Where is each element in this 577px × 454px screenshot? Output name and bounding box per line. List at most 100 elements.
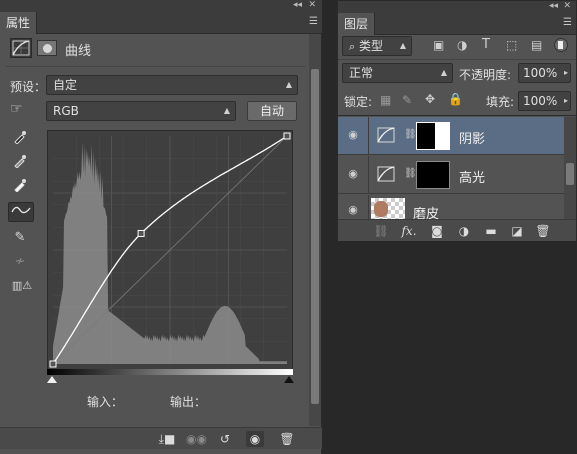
layer-mask-thumbnail[interactable] (416, 122, 450, 150)
link-chain-icon[interactable]: ⛓ (404, 168, 417, 179)
lock-position-icon[interactable]: ✥ (425, 92, 435, 106)
layers-scrollbar[interactable] (564, 117, 576, 220)
panel-menu-icon[interactable]: ☰ (309, 16, 318, 27)
layer-row[interactable]: ◉ ⛓ 阴影 (338, 117, 564, 155)
blend-mode-value: 正常 (349, 66, 374, 80)
collapse-icon[interactable]: ◂◂ (293, 0, 302, 11)
lock-transparent-icon[interactable]: ▦ (380, 93, 391, 107)
layer-name: 高光 (459, 171, 486, 186)
curves-graph[interactable] (47, 130, 293, 370)
type-filter-icon[interactable]: T (482, 37, 490, 52)
dropdown-arrows-icon: ▲ (285, 80, 292, 89)
search-icon: ⌕ (349, 40, 356, 53)
layer-row[interactable]: ◉ ⛓ 高光 (338, 156, 564, 194)
eyedropper-gray-icon[interactable] (9, 154, 31, 174)
curve-control-point (283, 132, 291, 140)
scrollbar-thumb[interactable] (566, 163, 574, 185)
curve-control-point (137, 229, 145, 237)
adjustment-layer-icon[interactable]: ◑ (455, 223, 473, 239)
preset-dropdown[interactable]: 自定 ▲ (46, 75, 298, 95)
clip-to-layer-icon[interactable]: ⤓■ (158, 431, 176, 447)
layers-top-strip: ◂◂ ✕ (338, 1, 576, 13)
curve-point-tool-icon[interactable] (8, 202, 34, 222)
fill-label: 填充: (486, 95, 515, 109)
mask-icon[interactable] (37, 40, 57, 56)
layer-thumbnail[interactable] (371, 198, 405, 219)
properties-panel: ◂◂ ✕ 属性 ☰ 曲线 预设： 自定 ▲ ☞ RGB ▲ 自动 ✎ ≁ ▥⚠ … (0, 0, 322, 454)
smooth-curve-icon[interactable]: ≁ (9, 252, 31, 272)
opacity-label: 不透明度: (459, 68, 512, 82)
tab-layers[interactable]: 图层 (338, 13, 376, 35)
fill-field[interactable]: 100% ▸ (518, 91, 571, 111)
auto-button[interactable]: 自动 (247, 101, 297, 121)
channel-dropdown[interactable]: RGB ▲ (46, 101, 236, 121)
panel-top-strip: ◂◂ ✕ (0, 0, 322, 12)
eye-icon[interactable]: ◉ (345, 128, 361, 142)
layer-filter-dropdown[interactable]: ⌕ 类型 ▲ (342, 36, 412, 56)
close-panel-icon[interactable]: ✕ (563, 1, 571, 12)
eyedropper-white-icon[interactable] (9, 178, 31, 198)
link-chain-icon[interactable]: ⛓ (404, 129, 417, 140)
shape-filter-icon[interactable]: ⬚ (506, 38, 517, 52)
pencil-icon[interactable]: ✎ (9, 228, 31, 248)
properties-tab-bar: 属性 ☰ (0, 12, 322, 34)
curve-control-point (49, 360, 57, 368)
curves-adjustment-icon[interactable] (10, 38, 32, 58)
lock-image-icon[interactable]: ✎ (402, 93, 412, 107)
eye-icon[interactable]: ◉ (345, 203, 361, 217)
link-layers-icon[interactable]: ⛓ (372, 223, 390, 239)
blend-mode-dropdown[interactable]: 正常 ▲ (342, 63, 453, 83)
filter-value: 类型 (359, 39, 384, 53)
filter-toggle-icon[interactable] (554, 38, 568, 52)
channel-value: RGB (53, 104, 79, 118)
fill-value: 100% (523, 94, 558, 108)
layer-name: 磨皮 (413, 207, 440, 220)
scrollbar-thumb[interactable] (311, 69, 319, 404)
pixel-filter-icon[interactable]: ▣ (433, 38, 444, 52)
gradient-bar (47, 369, 293, 375)
eye-icon[interactable]: ◉ (345, 167, 361, 181)
delete-icon[interactable]: 🗑 (278, 431, 296, 447)
layer-name: 阴影 (459, 132, 486, 147)
layer-mask-thumbnail[interactable] (416, 161, 450, 189)
section-title: 曲线 (65, 44, 92, 59)
properties-footer: ⤓■ ◉◉ ↺ ◉ 🗑 (0, 427, 322, 449)
adjustment-filter-icon[interactable]: ◑ (457, 38, 467, 52)
layers-panel: ◂◂ ✕ 图层 ☰ ⌕ 类型 ▲ ▣ ◑ T ⬚ ▤ 正常 ▲ 不透明度: 10… (337, 0, 577, 241)
curves-adjustment-icon (376, 165, 398, 185)
divider (6, 66, 306, 67)
input-label: 输入： (87, 395, 124, 409)
chevron-right-icon: ▸ (563, 96, 568, 105)
reset-icon[interactable]: ↺ (216, 431, 234, 447)
lock-all-icon[interactable]: 🔒 (448, 92, 463, 106)
curve-svg[interactable] (48, 131, 292, 369)
opacity-value: 100% (523, 66, 558, 80)
clipping-warning-icon[interactable]: ▥⚠ (9, 276, 35, 296)
new-layer-icon[interactable]: ◪ (508, 223, 526, 239)
hand-adjust-icon[interactable]: ☞ (10, 101, 36, 121)
divider (368, 156, 369, 194)
close-panel-icon[interactable]: ✕ (308, 0, 316, 11)
delete-icon[interactable]: 🗑 (534, 223, 552, 239)
preset-label: 预设： (10, 80, 47, 94)
divider (368, 117, 369, 155)
panel-menu-icon[interactable]: ☰ (563, 17, 572, 28)
layer-row[interactable]: ◉ 磨皮 (338, 195, 564, 220)
smart-object-filter-icon[interactable]: ▤ (531, 38, 542, 52)
collapse-icon[interactable]: ◂◂ (549, 1, 558, 12)
properties-scrollbar[interactable] (309, 34, 321, 426)
opacity-field[interactable]: 100% ▸ (518, 63, 571, 83)
black-point-slider-icon[interactable] (47, 376, 57, 383)
eyedropper-black-icon[interactable] (9, 130, 31, 150)
view-previous-icon[interactable]: ◉◉ (186, 431, 207, 447)
add-mask-icon[interactable]: ◙ (428, 223, 446, 239)
white-point-slider-icon[interactable] (284, 376, 294, 383)
visibility-eye-icon[interactable]: ◉ (246, 431, 264, 447)
layers-tab-bar: 图层 ☰ (338, 13, 576, 35)
dropdown-arrows-icon: ▲ (399, 41, 406, 50)
layers-footer: ⛓ fx. ◙ ◑ ▬ ◪ 🗑 (338, 219, 576, 241)
tab-properties[interactable]: 属性 (0, 12, 38, 34)
group-folder-icon[interactable]: ▬ (482, 223, 500, 239)
output-label: 输出： (170, 395, 207, 409)
fx-icon[interactable]: fx. (400, 223, 418, 239)
